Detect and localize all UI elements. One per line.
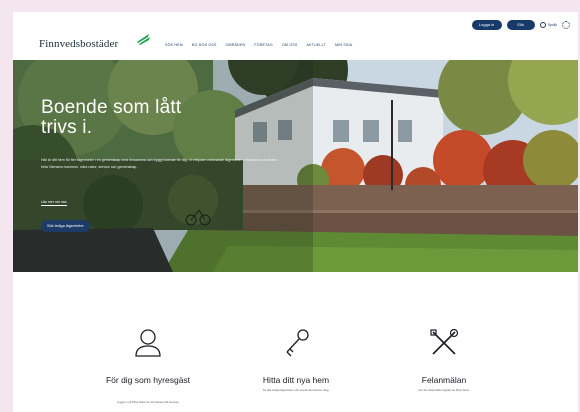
main-nav: SÖK HEM BO HOS OSS OMRÅDEN FÖRETAG OM OS… xyxy=(165,43,353,47)
nav-item[interactable]: OMRÅDEN xyxy=(226,43,246,47)
nav-item[interactable]: MIN SIDA xyxy=(335,43,353,47)
service-cards: För dig som hyresgäst Logga in på Mina S… xyxy=(13,282,578,412)
nav-item[interactable]: BO HOS OSS xyxy=(192,43,217,47)
card-desc: Se alla lediga lägenheter och anmäl ditt… xyxy=(262,388,330,392)
card-title: Hitta ditt nya hem xyxy=(262,375,330,385)
tools-icon xyxy=(430,328,459,355)
page: Finnvedsbostäder SÖK HEM BO HOS OSS OMRÅ… xyxy=(13,12,578,412)
nav-item[interactable]: OM OSS xyxy=(282,43,298,47)
nav-item[interactable]: SÖK HEM xyxy=(165,43,183,47)
settings-icon[interactable] xyxy=(562,21,570,29)
key-icon xyxy=(286,329,309,357)
globe-icon xyxy=(539,22,546,28)
hero-section: Boende som lått trivs i. Här är ditt hem… xyxy=(13,60,578,272)
search-apartments-button[interactable]: Sök lediga lägenheter xyxy=(41,220,90,232)
card-desc: Gör din felanmälan digitalt via Mina Sid… xyxy=(418,388,470,392)
hero-text: Här är ditt hem för fler lägenheter i en… xyxy=(41,158,279,169)
search-button[interactable]: Sök xyxy=(506,20,535,30)
logo-flag-icon xyxy=(137,34,150,45)
card-desc: Logga in på Mina Sidor för att hantera d… xyxy=(116,400,180,404)
site-header: Finnvedsbostäder SÖK HEM BO HOS OSS OMRÅ… xyxy=(13,12,578,60)
person-icon xyxy=(135,329,161,357)
card-title: För dig som hyresgäst xyxy=(105,375,191,385)
login-button[interactable]: Logga in xyxy=(471,20,502,30)
hero-title: Boende som lått trivs i. xyxy=(41,97,182,138)
nav-item[interactable]: FÖRETAG xyxy=(254,43,273,47)
language-label: Språk xyxy=(547,23,557,27)
language-selector[interactable]: Språk xyxy=(539,22,557,28)
read-more-link[interactable]: Läs mer om oss xyxy=(41,200,67,206)
header-actions: Logga in Sök Språk xyxy=(471,20,570,30)
card-title: Felanmälan xyxy=(421,375,467,385)
nav-item[interactable]: AKTUELLT xyxy=(306,43,326,47)
site-logo[interactable]: Finnvedsbostäder xyxy=(39,38,118,50)
